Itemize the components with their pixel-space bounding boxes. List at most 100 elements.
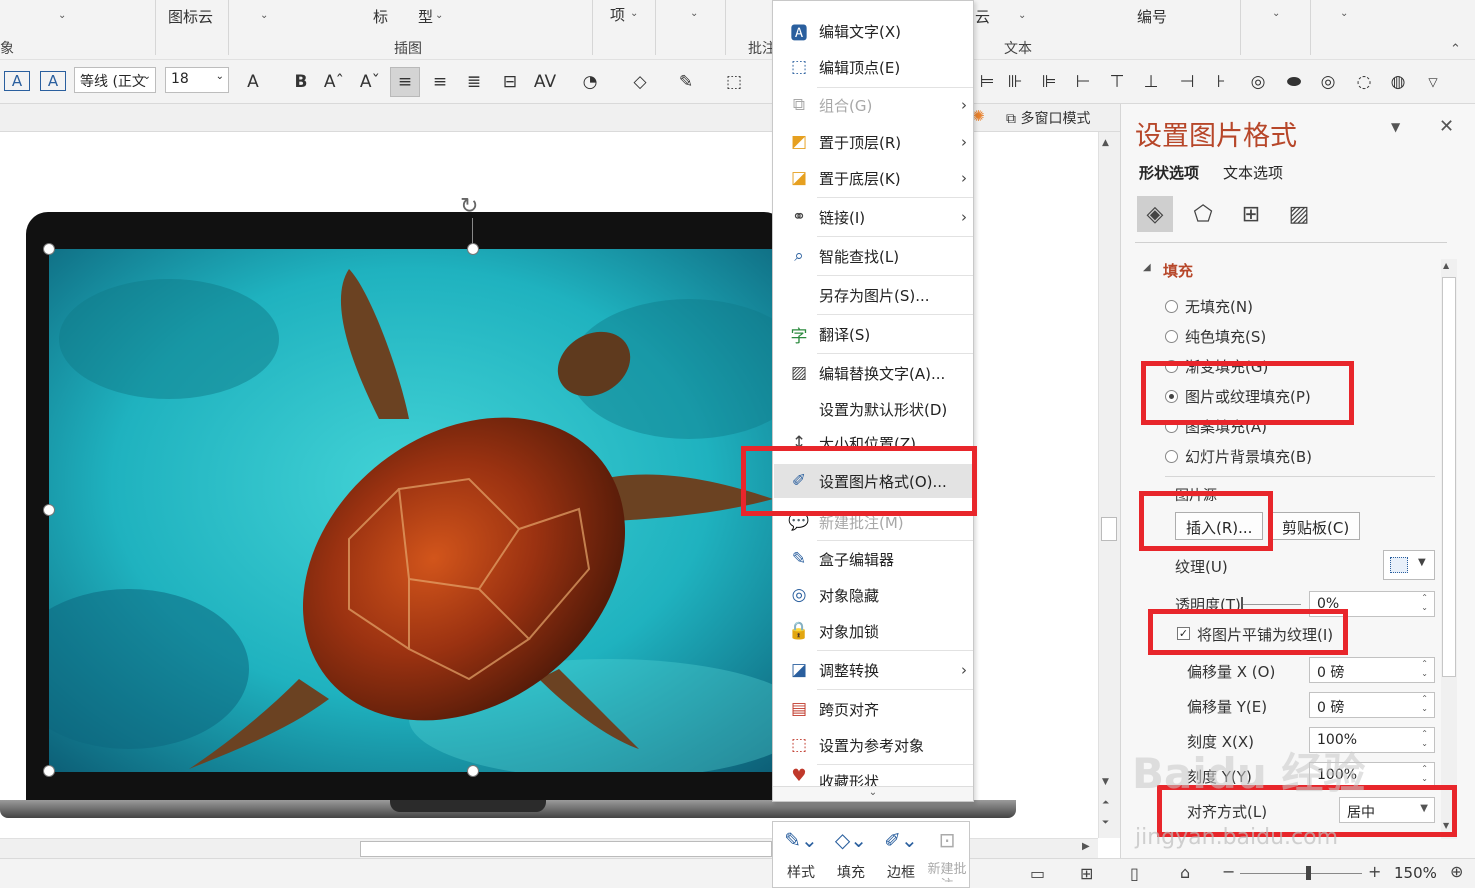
combine-icon[interactable]: ◎	[1316, 67, 1340, 97]
tile-checkbox[interactable]: ✓	[1177, 627, 1190, 640]
shapes-icon[interactable]: ◔	[576, 67, 604, 97]
transparency-input[interactable]: 0% ⌃ ⌄	[1309, 591, 1435, 617]
resize-handle[interactable]	[43, 504, 55, 516]
menu-item-box-editor[interactable]: ✎ 盒子编辑器	[774, 542, 973, 576]
font-name-select[interactable]: 等线 (正文 ⌄	[74, 67, 156, 93]
zoom-out-icon[interactable]: −	[1222, 862, 1235, 881]
slideshow-icon[interactable]: ⌂	[1180, 863, 1190, 882]
chevron-down-icon[interactable]: ⌄	[630, 8, 638, 19]
fill-color-icon[interactable]: ◇	[626, 67, 654, 97]
radio-pattern-fill[interactable]	[1165, 420, 1178, 433]
menu-item-edit-text[interactable]: 🅰 编辑文字(X)	[774, 14, 973, 48]
vertical-scrollbar[interactable]: ▲ ▼ ⏶ ⏷	[1098, 132, 1120, 838]
resize-handle[interactable]	[467, 243, 479, 255]
distribute-icon[interactable]: ⊪	[1004, 67, 1026, 97]
scroll-down-icon[interactable]: ▼	[1102, 777, 1109, 787]
align-icon[interactable]: ⊨	[976, 67, 998, 97]
chevron-down-icon[interactable]: ⌄	[690, 8, 698, 19]
style-button[interactable]: ✎⌄ 样式	[777, 828, 825, 882]
chevron-down-icon[interactable]: ⌄	[1340, 8, 1348, 19]
menu-item-save-as-picture[interactable]: 另存为图片(S)...	[774, 278, 973, 312]
chevron-down-icon[interactable]: ⌄	[1272, 8, 1280, 19]
menu-item-adjust-convert[interactable]: ◪ 调整转换 ›	[774, 653, 973, 687]
radio-solid-fill[interactable]	[1165, 330, 1178, 343]
arrange-icon[interactable]: ⬚	[720, 67, 748, 97]
menu-item-size-position[interactable]: ↕ 大小和位置(Z)...	[774, 426, 973, 460]
menu-item-lock-object[interactable]: 🔒 对象加锁	[774, 614, 973, 648]
menu-item-alt-text[interactable]: ▨ 编辑替换文字(A)...	[774, 356, 973, 390]
menu-item-favorite-shape[interactable]: ♥ 收藏形状	[774, 765, 973, 787]
outline-color-icon[interactable]: ✎	[672, 67, 700, 97]
scroll-thumb[interactable]	[1101, 517, 1117, 541]
align-middle-icon[interactable]: ⊢	[1072, 67, 1094, 97]
scroll-up-icon[interactable]: ▲	[1102, 138, 1109, 148]
align-right-icon[interactable]: ⊣	[1176, 67, 1198, 97]
intersect-icon[interactable]: ◍	[1386, 67, 1410, 97]
close-icon[interactable]: ✕	[1439, 116, 1454, 137]
pane-options-icon[interactable]: ▼	[1391, 120, 1400, 134]
next-slide-icon[interactable]: ⏷	[1102, 818, 1109, 828]
gradient-fill-label[interactable]: 渐变填充(G)	[1185, 356, 1268, 377]
font-size-select[interactable]: 18 ⌄	[165, 67, 229, 93]
align-left-icon[interactable]: ≣	[462, 67, 486, 97]
merge-shapes-icon[interactable]: ◎	[1246, 67, 1270, 97]
normal-view-icon[interactable]: ▭	[1030, 864, 1045, 883]
menu-item-edit-points[interactable]: ⬚ 编辑顶点(E)	[774, 50, 973, 84]
ribbon-icon-cloud[interactable]: 图标云	[168, 6, 213, 27]
text-box-vertical-icon[interactable]: A	[40, 71, 66, 91]
fill-line-icon[interactable]: ◈	[1137, 196, 1173, 232]
border-button[interactable]: ✐⌄ 边框	[877, 828, 925, 882]
solid-fill-label[interactable]: 纯色填充(S)	[1185, 326, 1266, 347]
align-center-button[interactable]: ≡	[390, 67, 420, 97]
fill-button[interactable]: ◇⌄ 填充	[827, 828, 875, 882]
bold-button[interactable]: B	[290, 67, 312, 97]
ribbon-fragment-number[interactable]: 编号	[1137, 6, 1167, 27]
fill-section-title[interactable]: 填充	[1163, 260, 1193, 281]
menu-item-send-back[interactable]: ◪ 置于底层(K) ›	[774, 161, 973, 195]
menu-item-hide-object[interactable]: ◎ 对象隐藏	[774, 578, 973, 612]
insert-button[interactable]: 插入(R)...	[1175, 512, 1264, 540]
collapse-section-icon[interactable]: ◢	[1143, 262, 1151, 273]
scroll-up-icon[interactable]: ▲	[1443, 261, 1449, 270]
pane-scrollbar[interactable]: ▲ ▼	[1441, 259, 1457, 839]
tab-text-options[interactable]: 文本选项	[1223, 162, 1283, 183]
transparency-slider-thumb[interactable]	[1241, 597, 1243, 611]
radio-no-fill[interactable]	[1165, 300, 1178, 313]
zoom-level[interactable]: 150%	[1394, 864, 1437, 882]
resize-handle[interactable]	[467, 765, 479, 777]
scroll-right-icon[interactable]: ▶	[1082, 841, 1090, 852]
offset-y-input[interactable]: 0 磅 ⌃ ⌄	[1309, 692, 1435, 718]
chevron-down-icon[interactable]: ⌄	[1018, 10, 1026, 21]
transparency-slider[interactable]	[1241, 604, 1301, 605]
text-direction-icon[interactable]: ⊟	[498, 67, 522, 97]
effects-icon[interactable]: ⬠	[1185, 196, 1221, 232]
menu-scroll-down-icon[interactable]: ⌄	[773, 786, 973, 801]
align-bottom-icon[interactable]: ⊥	[1140, 67, 1162, 97]
zoom-slider-thumb[interactable]	[1306, 866, 1311, 880]
union-icon[interactable]: ⬬	[1282, 67, 1306, 97]
zoom-in-icon[interactable]: +	[1368, 862, 1381, 881]
font-color-button[interactable]: A	[242, 67, 264, 97]
picture-icon[interactable]: ▨	[1281, 196, 1317, 232]
chevron-down-icon[interactable]: ⌄	[58, 10, 66, 21]
resize-handle[interactable]	[43, 243, 55, 255]
more-icon[interactable]: ▽	[1424, 67, 1442, 97]
tile-label[interactable]: 将图片平铺为纹理(I)	[1197, 624, 1333, 645]
ribbon-fragment-type[interactable]: 型	[418, 6, 433, 27]
slide-sorter-icon[interactable]: ⊞	[1080, 864, 1093, 883]
radio-picture-fill[interactable]	[1165, 390, 1178, 403]
char-spacing-icon[interactable]: AV	[530, 67, 560, 97]
menu-item-group[interactable]: ⧉ 组合(G) ›	[774, 88, 973, 122]
distribute-h-icon[interactable]: ⊫	[1038, 67, 1060, 97]
menu-item-new-comment[interactable]: 💬 新建批注(M)	[774, 505, 973, 539]
justify-icon[interactable]: ≡	[428, 67, 452, 97]
menu-item-reference-object[interactable]: ⬚ 设置为参考对象	[774, 728, 973, 762]
zoom-slider[interactable]	[1240, 873, 1362, 874]
menu-item-bring-front[interactable]: ◩ 置于顶层(R) ›	[774, 125, 973, 159]
align-left-edge-icon[interactable]: ⊦	[1210, 67, 1232, 97]
chevron-down-icon[interactable]: ⌄	[260, 10, 268, 21]
text-box-icon[interactable]: A	[4, 71, 30, 91]
new-comment-button[interactable]: ⊡新建批注	[927, 828, 967, 882]
pattern-fill-label[interactable]: 图案填充(A)	[1185, 416, 1267, 437]
clipboard-button[interactable]: 剪贴板(C)	[1271, 512, 1361, 540]
